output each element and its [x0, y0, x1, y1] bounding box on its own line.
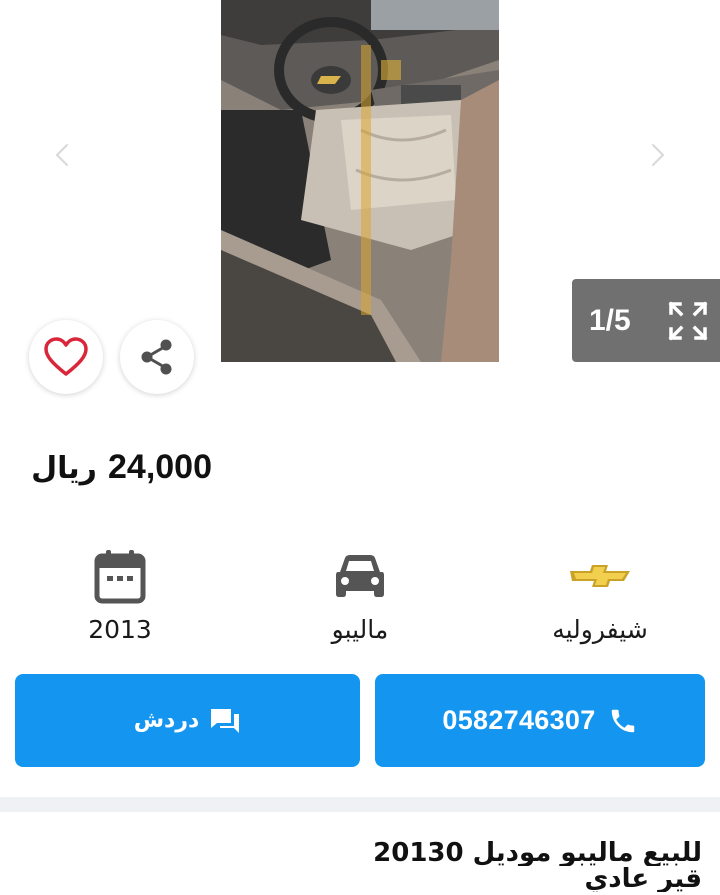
favorite-button[interactable]: [29, 320, 103, 394]
spec-model-label: ماليبو: [331, 615, 389, 644]
share-button[interactable]: [120, 320, 194, 394]
chat-icon: [211, 708, 240, 733]
section-divider: [0, 797, 720, 812]
photo-counter: 1/5: [572, 279, 720, 362]
spec-make: شيفروليه: [510, 545, 690, 644]
spec-make-label: شيفروليه: [552, 615, 648, 644]
car-interior-image: [221, 0, 499, 362]
call-button-number: 0582746307: [442, 705, 596, 735]
chat-button-label: دردش: [133, 708, 200, 733]
listing-title: للبيع ماليبو موديل 20130 قير عادي: [12, 840, 702, 892]
listing-title-line2: قير عادي: [584, 866, 702, 892]
spec-model: ماليبو: [270, 545, 450, 644]
previous-photo-button[interactable]: [47, 140, 77, 170]
calendar-icon: [94, 550, 146, 604]
chevron-right-icon: [650, 142, 666, 168]
phone-icon: [611, 709, 634, 732]
chevrolet-logo: [570, 565, 630, 587]
share-icon: [141, 339, 172, 375]
call-button[interactable]: 0582746307: [375, 674, 705, 767]
fullscreen-icon[interactable]: [668, 301, 708, 341]
chat-button[interactable]: دردش: [15, 674, 360, 767]
photo-gallery: 1/5: [0, 0, 720, 394]
car-icon: [336, 555, 384, 597]
heart-icon: [44, 337, 88, 376]
price: 24,000 ريال: [31, 448, 212, 487]
photo-counter-text: 1/5: [589, 303, 631, 337]
spec-year-label: 2013: [88, 615, 152, 644]
next-photo-button[interactable]: [643, 140, 673, 170]
listing-title-line1: للبيع ماليبو موديل 20130: [373, 840, 702, 866]
spec-year: 2013: [30, 545, 210, 644]
price-value: 24,000: [108, 448, 212, 486]
price-currency: ريال: [31, 451, 97, 486]
chevron-left-icon: [54, 142, 70, 168]
car-photo[interactable]: [221, 0, 499, 362]
